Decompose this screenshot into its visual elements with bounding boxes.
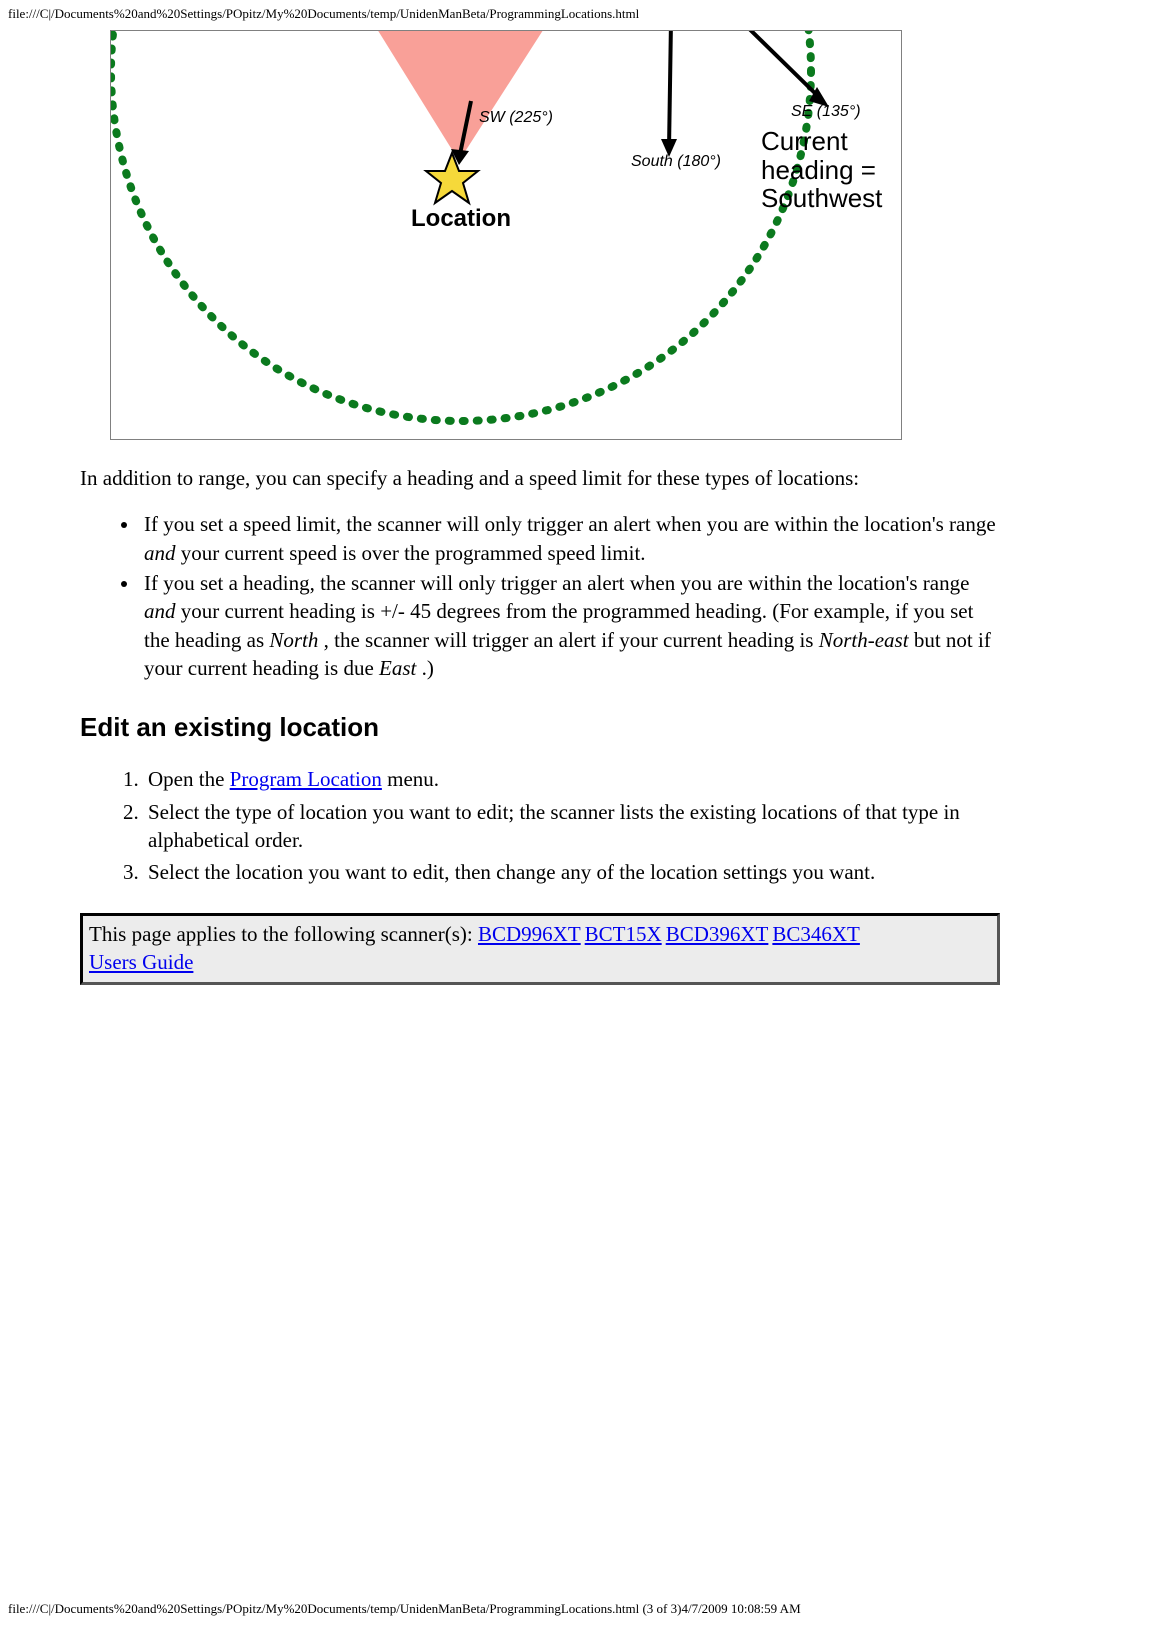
diagram-label-sw: SW (225°) — [479, 109, 553, 127]
bullet-2-em-1: and — [144, 599, 176, 623]
list-item: Select the type of location you want to … — [144, 798, 1000, 855]
diagram-label-se: SE (135°) — [791, 103, 861, 121]
scanner-link-bc346xt[interactable]: BC346XT — [772, 922, 860, 946]
current-heading-line-2: heading = — [761, 156, 882, 185]
steps-list: Open the Program Location menu. Select t… — [80, 765, 1000, 886]
bullet-1-text-a: If you set a speed limit, the scanner wi… — [144, 512, 996, 536]
step-1-text-b: menu. — [382, 767, 439, 791]
intro-paragraph: In addition to range, you can specify a … — [80, 464, 1000, 492]
step-1-text-a: Open the — [148, 767, 230, 791]
program-location-link[interactable]: Program Location — [230, 767, 382, 791]
diagram-container: SW (225°) South (180°) SE (135°) Locatio… — [110, 30, 1000, 440]
bullet-1-em: and — [144, 541, 176, 565]
diagram-label-south: South (180°) — [631, 153, 721, 171]
bullet-2-em-2: North — [269, 628, 318, 652]
bullet-2-text-a: If you set a heading, the scanner will o… — [144, 571, 969, 595]
scanner-link-bcd996xt[interactable]: BCD996XT — [478, 922, 581, 946]
bullet-2-em-3: North-east — [819, 628, 909, 652]
footer-file-path: file:///C|/Documents%20and%20Settings/PO… — [8, 1601, 801, 1617]
bullet-2-text-e: .) — [416, 656, 434, 680]
list-item: Open the Program Location menu. — [144, 765, 1000, 793]
list-item: If you set a heading, the scanner will o… — [140, 569, 1000, 682]
applies-prefix: This page applies to the following scann… — [89, 922, 478, 946]
section-heading-edit: Edit an existing location — [80, 712, 1000, 743]
list-item: Select the location you want to edit, th… — [144, 858, 1000, 886]
diagram-current-heading: Current heading = Southwest — [761, 127, 882, 213]
applies-to-box: This page applies to the following scann… — [80, 913, 1000, 986]
scanner-link-bct15x[interactable]: BCT15X — [585, 922, 662, 946]
list-item: If you set a speed limit, the scanner wi… — [140, 510, 1000, 567]
heading-diagram: SW (225°) South (180°) SE (135°) Locatio… — [110, 30, 902, 440]
bullet-2-text-c: , the scanner will trigger an alert if y… — [318, 628, 818, 652]
bullet-1-text-b: your current speed is over the programme… — [176, 541, 646, 565]
current-heading-line-3: Southwest — [761, 184, 882, 213]
users-guide-link[interactable]: Users Guide — [89, 950, 193, 974]
scanner-link-bcd396xt[interactable]: BCD396XT — [666, 922, 769, 946]
page-content: SW (225°) South (180°) SE (135°) Locatio… — [80, 30, 1000, 985]
bullet-2-em-4: East — [379, 656, 416, 680]
diagram-svg — [111, 31, 901, 439]
header-file-path: file:///C|/Documents%20and%20Settings/PO… — [8, 6, 639, 22]
bullet-list: If you set a speed limit, the scanner wi… — [80, 510, 1000, 682]
diagram-label-location: Location — [411, 205, 511, 233]
current-heading-line-1: Current — [761, 127, 882, 156]
